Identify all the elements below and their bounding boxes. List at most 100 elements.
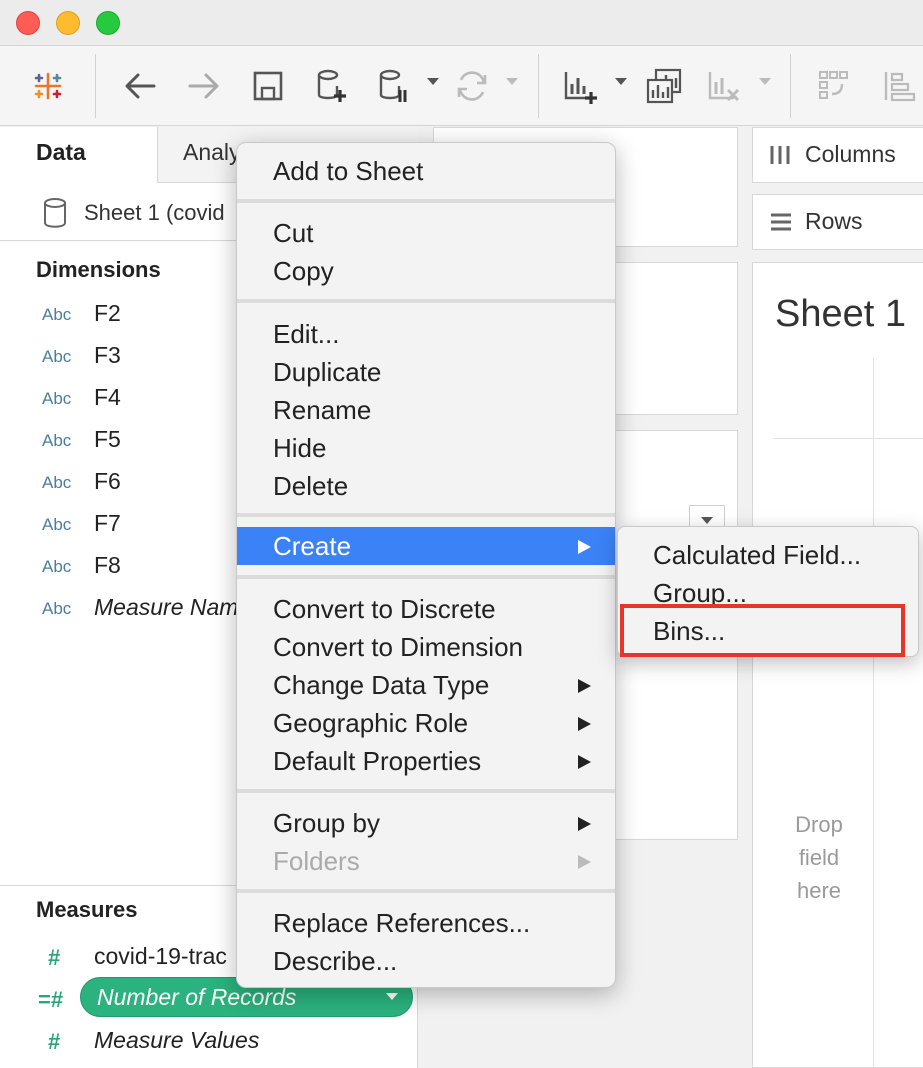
menu-item-duplicate[interactable]: Duplicate	[237, 353, 615, 391]
annotation-highlight-box	[620, 604, 905, 657]
menu-item-convert-to-dimension[interactable]: Convert to Dimension	[237, 628, 615, 666]
menu-item-convert-to-discrete[interactable]: Convert to Discrete	[237, 590, 615, 628]
string-type-icon: Abc	[42, 473, 72, 492]
rows-shelf[interactable]: Rows	[752, 194, 923, 250]
toolbar-separator	[95, 54, 96, 118]
pause-datasource-icon[interactable]	[370, 64, 414, 108]
chevron-down-icon[interactable]	[759, 78, 771, 85]
back-arrow-icon[interactable]	[118, 64, 162, 108]
new-datasource-icon[interactable]	[308, 64, 352, 108]
columns-shelf[interactable]: Columns	[752, 127, 923, 183]
swap-rows-columns-icon[interactable]	[812, 64, 856, 108]
submenu-arrow-icon	[578, 717, 591, 731]
menu-item-add-to-sheet[interactable]: Add to Sheet	[237, 152, 615, 190]
menu-item-change-data-type[interactable]: Change Data Type	[237, 666, 615, 704]
rows-label: Rows	[805, 208, 863, 234]
menu-item-label: Group by	[273, 808, 380, 838]
tableau-logo-icon[interactable]	[26, 64, 70, 108]
clear-sheet-icon[interactable]	[702, 64, 746, 108]
save-icon[interactable]	[246, 64, 290, 108]
menu-item-label: Default Properties	[273, 746, 482, 776]
menu-separator	[237, 299, 615, 303]
number-type-icon: #	[48, 945, 61, 970]
chevron-down-icon[interactable]	[427, 78, 439, 85]
menu-item-edit[interactable]: Edit...	[237, 315, 615, 353]
menu-item-folders: Folders	[237, 842, 615, 880]
menu-separator	[237, 199, 615, 203]
duplicate-sheet-icon[interactable]	[642, 64, 686, 108]
string-type-icon: Abc	[42, 347, 72, 366]
columns-icon	[770, 146, 790, 164]
menu-item-replace-references[interactable]: Replace References...	[237, 904, 615, 942]
menu-item-create[interactable]: Create	[237, 527, 615, 565]
field-name: F3	[94, 342, 121, 368]
refresh-icon[interactable]	[450, 64, 494, 108]
toolbar-separator	[538, 54, 539, 118]
sort-ascending-icon[interactable]	[876, 64, 920, 108]
menu-item-label: Geographic Role	[273, 708, 469, 738]
measures-heading: Measures	[36, 897, 138, 922]
field-name: F6	[94, 468, 121, 494]
zoom-window-button[interactable]	[96, 11, 120, 35]
minimize-window-button[interactable]	[56, 11, 80, 35]
window-titlebar	[0, 0, 923, 46]
drop-text-line: Drop	[795, 812, 843, 837]
submenu-arrow-icon	[578, 679, 591, 693]
field-name: F5	[94, 426, 121, 452]
menu-separator	[237, 575, 615, 579]
menu-item-label: Create	[273, 531, 352, 561]
field-context-menu: Add to Sheet Cut Copy Edit... Duplicate …	[236, 142, 616, 988]
menu-separator	[237, 789, 615, 793]
menu-item-group-by[interactable]: Group by	[237, 804, 615, 842]
database-icon	[44, 198, 66, 228]
menu-item-hide[interactable]: Hide	[237, 429, 615, 467]
string-type-icon: Abc	[42, 515, 72, 534]
field-name: F2	[94, 300, 121, 326]
menu-item-rename[interactable]: Rename	[237, 391, 615, 429]
measure-field[interactable]: Measure Values	[94, 1027, 259, 1054]
menu-item-label: Change Data Type	[273, 670, 490, 700]
field-name: F4	[94, 384, 121, 410]
toolbar	[0, 46, 923, 126]
measure-field[interactable]: covid-19-trac	[94, 943, 227, 970]
submenu-arrow-icon	[578, 855, 591, 869]
chevron-down-icon[interactable]	[386, 993, 398, 1000]
string-type-icon: Abc	[42, 431, 72, 450]
field-name: F8	[94, 552, 121, 578]
menu-item-default-properties[interactable]: Default Properties	[237, 742, 615, 780]
drop-text-line: field	[798, 845, 840, 870]
menu-separator	[237, 513, 615, 517]
gridline	[873, 358, 874, 1068]
sheet-title[interactable]: Sheet 1	[775, 293, 906, 336]
drop-field-target[interactable]: Drop field here	[779, 808, 859, 907]
menu-item-copy[interactable]: Copy	[237, 252, 615, 290]
chevron-down-icon[interactable]	[615, 78, 627, 85]
gridline	[773, 438, 923, 439]
drop-text-line: here	[796, 878, 842, 903]
chevron-down-icon[interactable]	[506, 78, 518, 85]
string-type-icon: Abc	[42, 557, 72, 576]
chevron-down-icon	[701, 517, 713, 524]
menu-item-label: Folders	[273, 846, 360, 876]
rows-icon	[771, 213, 791, 231]
submenu-arrow-icon	[578, 540, 591, 554]
menu-item-describe[interactable]: Describe...	[237, 942, 615, 980]
menu-item-delete[interactable]: Delete	[237, 467, 615, 505]
toolbar-separator	[790, 54, 791, 118]
string-type-icon: Abc	[42, 599, 72, 618]
tab-data[interactable]: Data	[0, 127, 157, 183]
menu-item-geographic-role[interactable]: Geographic Role	[237, 704, 615, 742]
datasource-name: Sheet 1 (covid	[84, 200, 225, 225]
submenu-arrow-icon	[578, 817, 591, 831]
forward-arrow-icon[interactable]	[182, 64, 226, 108]
number-type-icon: =#	[38, 987, 64, 1012]
menu-item-cut[interactable]: Cut	[237, 214, 615, 252]
submenu-arrow-icon	[578, 755, 591, 769]
submenu-item-calculated-field[interactable]: Calculated Field...	[618, 538, 918, 576]
field-name: F7	[94, 510, 121, 536]
columns-label: Columns	[805, 141, 896, 167]
new-worksheet-icon[interactable]	[558, 64, 602, 108]
close-window-button[interactable]	[16, 11, 40, 35]
number-type-icon: #	[48, 1029, 61, 1054]
dimensions-heading: Dimensions	[36, 257, 161, 282]
